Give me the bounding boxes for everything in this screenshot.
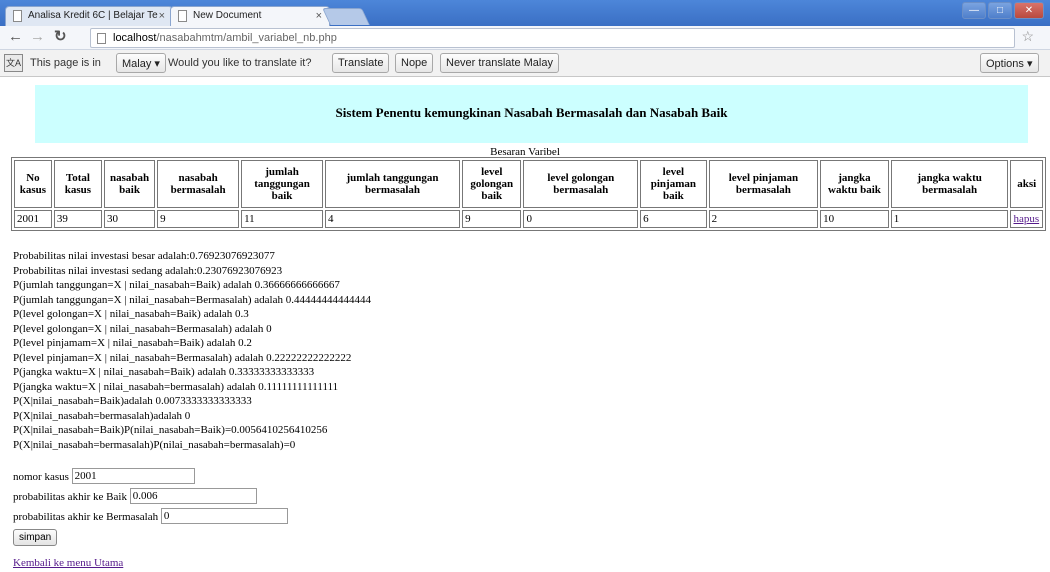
result-line: P(level golongan=X | nilai_nasabah=Berma… xyxy=(13,322,272,335)
url-path: /nasabahmtm/ambil_variabel_nb.php xyxy=(156,32,337,44)
result-line: Probabilitas nilai investasi sedang adal… xyxy=(13,264,283,277)
bookmark-star-icon[interactable]: ☆ xyxy=(1021,28,1034,45)
table-cell: 39 xyxy=(53,210,102,228)
prob-bermasalah-input[interactable] xyxy=(160,508,288,524)
tab-label: New Document xyxy=(193,10,262,21)
form-row-submit: simpan xyxy=(13,528,288,548)
dropdown-arrow-icon: ▾ xyxy=(154,58,160,70)
document-icon xyxy=(178,10,187,22)
tab-label: Analisa Kredit 6C | Belajar Te xyxy=(28,10,158,21)
translate-question: Would you like to translate it? xyxy=(168,57,312,69)
tab-new-document[interactable]: New Document × xyxy=(170,6,330,26)
column-header: jangka waktu baik xyxy=(820,160,889,208)
tab-analisa-kredit[interactable]: Analisa Kredit 6C | Belajar Te × xyxy=(5,6,173,26)
column-header: level golongan bermasalah xyxy=(523,160,639,208)
header-banner: Sistem Penentu kemungkinan Nasabah Berma… xyxy=(35,85,1028,143)
table-cell: 0 xyxy=(523,210,639,228)
result-line: Probabilitas nilai investasi besar adala… xyxy=(13,250,275,262)
form-row-bermasalah: probabilitas akhir ke Bermasalah xyxy=(13,508,288,528)
translate-button[interactable]: Translate xyxy=(332,53,390,73)
column-header: level pinjaman baik xyxy=(640,160,707,208)
column-header: jangka waktu bermasalah xyxy=(890,160,1009,208)
table-header-row: No kasus Total kasus nasabah baik nasaba… xyxy=(14,160,1043,208)
simpan-button[interactable]: simpan xyxy=(13,529,58,546)
table-cell: hapus xyxy=(1010,210,1043,228)
close-tab-icon[interactable]: × xyxy=(316,10,322,22)
result-line: P(jangka waktu=X | nilai_nasabah=Baik) a… xyxy=(13,366,315,378)
save-form: nomor kasus probabilitas akhir ke Baik p… xyxy=(13,468,288,548)
prob-baik-input[interactable] xyxy=(129,488,257,504)
back-arrow-icon[interactable]: ← xyxy=(8,29,23,45)
column-header: nasabah baik xyxy=(103,160,156,208)
nope-button[interactable]: Nope xyxy=(395,53,434,73)
language-value: Malay xyxy=(122,58,152,70)
table-cell: 11 xyxy=(241,210,323,228)
address-bar[interactable]: localhost/nasabahmtm/ambil_variabel_nb.p… xyxy=(90,28,1015,48)
new-tab-button[interactable] xyxy=(322,8,370,25)
translate-text-before: This page is in xyxy=(30,57,101,69)
options-button[interactable]: Options ▾ xyxy=(980,53,1039,73)
column-header: aksi xyxy=(1010,160,1043,208)
page-icon xyxy=(97,33,106,44)
close-window-icon[interactable]: ✕ xyxy=(1014,2,1044,19)
result-line: P(X|nilai_nasabah=Baik)P(nilai_nasabah=B… xyxy=(13,424,328,436)
form-row-baik: probabilitas akhir ke Baik xyxy=(13,488,288,508)
never-translate-button[interactable]: Never translate Malay xyxy=(440,53,559,73)
result-line: P(level pinjamam=X | nilai_nasabah=Baik)… xyxy=(13,337,252,349)
result-line: P(X|nilai_nasabah=bermasalah)adalah 0 xyxy=(13,409,191,422)
table-cell: 30 xyxy=(103,210,156,228)
result-line: P(level golongan=X | nilai_nasabah=Baik)… xyxy=(13,308,249,320)
result-line: P(jangka waktu=X | nilai_nasabah=bermasa… xyxy=(13,380,339,393)
column-header: level golongan baik xyxy=(462,160,522,208)
form-row-nomor: nomor kasus xyxy=(13,468,288,488)
table-cell: 4 xyxy=(324,210,461,228)
column-header: level pinjaman bermasalah xyxy=(708,160,819,208)
table-cell: 9 xyxy=(462,210,522,228)
reload-icon[interactable]: ↻ xyxy=(54,29,67,45)
table-row: 2001 39 30 9 11 4 9 0 6 2 10 1 hapus xyxy=(14,210,1043,228)
forward-arrow-icon[interactable]: → xyxy=(30,29,45,45)
table-cell: 6 xyxy=(640,210,707,228)
translate-icon: 文A xyxy=(4,54,23,72)
table-cell: 10 xyxy=(820,210,889,228)
column-header: jumlah tanggungan bermasalah xyxy=(324,160,461,208)
document-icon xyxy=(13,10,22,22)
back-to-menu-link[interactable]: Kembali ke menu Utama xyxy=(13,557,123,569)
browser-tab-strip: Analisa Kredit 6C | Belajar Te × New Doc… xyxy=(0,0,1050,26)
result-line: P(jumlah tanggungan=X | nilai_nasabah=Ba… xyxy=(13,279,340,291)
column-header: No kasus xyxy=(14,160,52,208)
column-header: Total kasus xyxy=(53,160,102,208)
window-controls: — □ ✕ xyxy=(962,2,1044,19)
table-cell: 1 xyxy=(890,210,1009,228)
variable-table: No kasus Total kasus nasabah baik nasaba… xyxy=(11,157,1046,231)
nomor-kasus-label: nomor kasus xyxy=(13,471,69,483)
prob-baik-label: probabilitas akhir ke Baik xyxy=(13,491,127,503)
translate-infobar: 文A This page is in Malay ▾ Would you lik… xyxy=(0,50,1050,77)
column-header: nasabah bermasalah xyxy=(157,160,240,208)
page-title: Sistem Penentu kemungkinan Nasabah Berma… xyxy=(335,105,728,120)
nomor-kasus-input[interactable] xyxy=(71,468,195,484)
url-host: localhost xyxy=(113,32,157,44)
maximize-icon[interactable]: □ xyxy=(988,2,1012,19)
probability-results: Probabilitas nilai investasi besar adala… xyxy=(13,249,371,452)
hapus-link[interactable]: hapus xyxy=(1013,213,1039,225)
table-cell: 2001 xyxy=(14,210,52,228)
column-header: jumlah tanggungan baik xyxy=(241,160,323,208)
prob-bermasalah-label: probabilitas akhir ke Bermasalah xyxy=(13,511,159,523)
table-cell: 2 xyxy=(708,210,819,228)
minimize-icon[interactable]: — xyxy=(962,2,986,19)
dropdown-arrow-icon: ▾ xyxy=(1026,58,1033,70)
language-select[interactable]: Malay ▾ xyxy=(116,53,166,73)
result-line: P(X|nilai_nasabah=Baik)adalah 0.00733333… xyxy=(13,395,252,407)
navigation-bar: ← → ↻ localhost/nasabahmtm/ambil_variabe… xyxy=(0,26,1050,50)
table-cell: 9 xyxy=(157,210,240,228)
options-label: Options xyxy=(986,58,1024,70)
result-line: P(jumlah tanggungan=X | nilai_nasabah=Be… xyxy=(13,293,371,306)
close-tab-icon[interactable]: × xyxy=(159,10,165,22)
result-line: P(level pinjaman=X | nilai_nasabah=Berma… xyxy=(13,351,352,364)
result-line: P(X|nilai_nasabah=bermasalah)P(nilai_nas… xyxy=(13,438,296,451)
